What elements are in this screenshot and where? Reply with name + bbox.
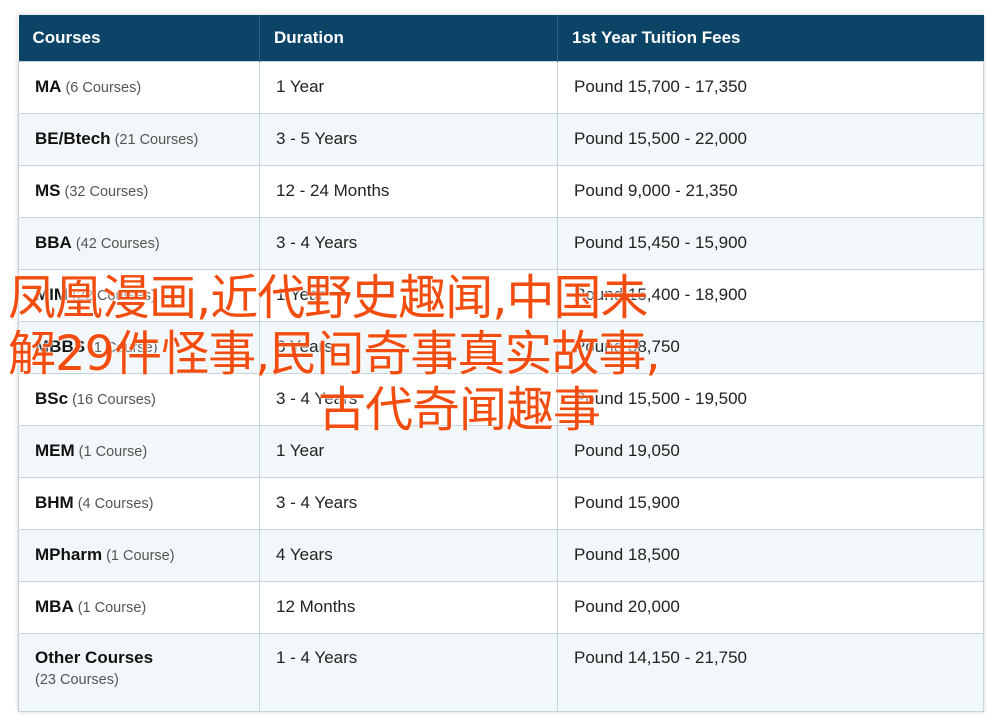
duration-cell: 6 Years <box>259 320 558 374</box>
fees-cell: Pound 18,500 <box>557 528 984 582</box>
table-row: BE/Btech (21 Courses) 3 - 5 Years Pound 15,… <box>18 112 984 166</box>
table-row: MA (6 Courses) 1 Year Pound 15,700 - 17,350 <box>18 60 984 114</box>
fees-cell: Pound 14,150 - 21,750 <box>557 632 984 712</box>
duration-cell: 1 - 4 Years <box>259 632 558 712</box>
table-header: Courses Duration 1st Year Tuition Fees <box>18 15 984 61</box>
course-count: (1 Course) <box>106 548 175 564</box>
header-courses: Courses <box>18 15 260 61</box>
table-body: MA (6 Courses) 1 Year Pound 15,700 - 17,350… <box>18 60 984 712</box>
course-count: (21 Courses) <box>114 132 199 148</box>
course-cell: MBA (1 Course) <box>18 580 260 634</box>
fees-cell: Pound 15,900 <box>557 476 984 530</box>
course-count: (1 Course) <box>89 340 158 356</box>
fees-cell: Pound 20,000 <box>557 580 984 634</box>
fees-cell: Pound 9,000 - 21,350 <box>557 164 984 218</box>
course-name: BSc <box>35 389 69 408</box>
course-count: (42 Courses) <box>75 236 160 252</box>
duration-cell: 1 Year <box>259 60 558 114</box>
table-row: MS (32 Courses) 12 - 24 Months Pound 9,000 … <box>18 164 984 218</box>
course-cell: BBA (42 Courses) <box>18 216 260 270</box>
fees-cell: Pound 15,700 - 17,350 <box>557 60 984 114</box>
table-row: MPharm (1 Course) 4 Years Pound 18,500 <box>18 528 984 582</box>
table-row: Other Courses (23 Courses) 1 - 4 Years Poun… <box>18 632 984 712</box>
course-name: BE/Btech <box>35 129 111 148</box>
course-name: MIM <box>35 285 69 304</box>
course-name: MEM <box>35 441 75 460</box>
course-name: MBA <box>35 597 74 616</box>
table-row: MBBS (1 Course) 6 Years Pound 38,750 <box>18 320 984 374</box>
course-name: Other Courses <box>35 647 154 667</box>
duration-cell: 3 - 5 Years <box>259 112 558 166</box>
table-row: MEM (1 Course) 1 Year Pound 19,050 <box>18 424 984 478</box>
course-cell: MPharm (1 Course) <box>18 528 260 582</box>
duration-cell: 1 Year <box>259 424 558 478</box>
duration-cell: 1 Year <box>259 268 558 322</box>
course-cell: MA (6 Courses) <box>18 60 260 114</box>
course-count: (4 Courses) <box>77 496 154 512</box>
duration-cell: 3 - 4 Years <box>259 216 558 270</box>
course-cell: BE/Btech (21 Courses) <box>18 112 260 166</box>
course-name: MA <box>35 77 62 96</box>
course-count: (23 Courses) <box>35 671 119 688</box>
fees-cell: Pound 38,750 <box>557 320 984 374</box>
course-name: MPharm <box>35 545 103 564</box>
fees-cell: Pound 15,400 - 18,900 <box>557 268 984 322</box>
course-count: (6 Courses) <box>65 80 142 96</box>
course-count: (1 Course) <box>78 444 148 460</box>
course-cell: MS (32 Courses) <box>18 164 260 218</box>
table-row: BBA (42 Courses) 3 - 4 Years Pound 15,450 -… <box>18 216 984 270</box>
header-duration: Duration <box>259 15 558 61</box>
header-row: Courses Duration 1st Year Tuition Fees <box>18 15 984 61</box>
duration-cell: 12 - 24 Months <box>259 164 558 218</box>
tuition-fees-table: Courses Duration 1st Year Tuition Fees M… <box>18 15 984 712</box>
duration-cell: 4 Years <box>259 528 558 582</box>
course-count: (16 Courses) <box>72 392 156 408</box>
course-name: BHM <box>35 493 74 512</box>
fees-cell: Pound 15,450 - 15,900 <box>557 216 984 270</box>
table-row: MIM (22 Courses) 1 Year Pound 15,400 - 18,9… <box>18 268 984 322</box>
course-cell: MIM (22 Courses) <box>18 268 260 322</box>
duration-cell: 3 - 4 Years <box>259 372 558 426</box>
fees-cell: Pound 19,050 <box>557 424 984 478</box>
table-row: MBA (1 Course) 12 Months Pound 20,000 <box>18 580 984 634</box>
header-fees: 1st Year Tuition Fees <box>557 15 984 61</box>
course-cell: MBBS (1 Course) <box>18 320 260 374</box>
course-count: (1 Course) <box>77 600 147 616</box>
course-count: (32 Courses) <box>64 184 149 200</box>
course-name: MS <box>35 181 61 200</box>
course-cell: MEM (1 Course) <box>18 424 260 478</box>
fees-cell: Pound 15,500 - 19,500 <box>557 372 984 426</box>
duration-cell: 3 - 4 Years <box>259 476 558 530</box>
fees-cell: Pound 15,500 - 22,000 <box>557 112 984 166</box>
course-count: (22 Courses) <box>72 288 156 304</box>
table-row: BHM (4 Courses) 3 - 4 Years Pound 15,900 <box>18 476 984 530</box>
course-name: MBBS <box>35 337 86 356</box>
course-cell: BSc (16 Courses) <box>18 372 260 426</box>
duration-cell: 12 Months <box>259 580 558 634</box>
course-cell: BHM (4 Courses) <box>18 476 260 530</box>
course-cell: Other Courses (23 Courses) <box>18 632 260 712</box>
table-row: BSc (16 Courses) 3 - 4 Years Pound 15,500 -… <box>18 372 984 426</box>
course-name: BBA <box>35 233 72 252</box>
